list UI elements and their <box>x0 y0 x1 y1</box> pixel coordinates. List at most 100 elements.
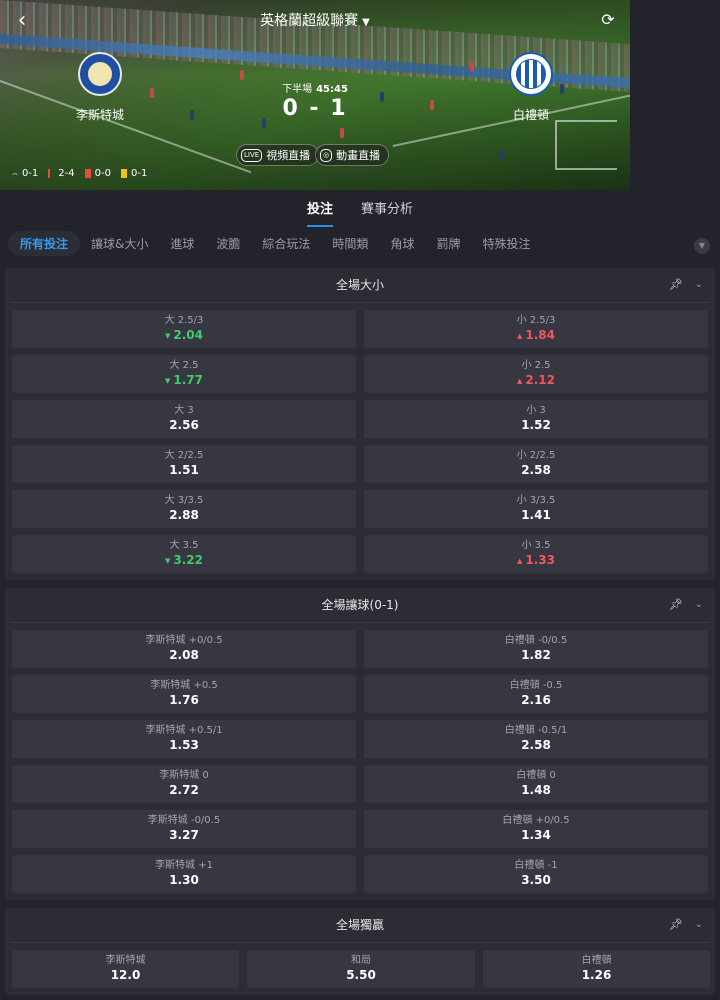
market-header[interactable]: 全場獨贏 📌︎ ⌄ <box>11 908 709 943</box>
odds-button[interactable]: 大 2.5 ▼ 1.77 <box>12 355 356 393</box>
player-figure <box>380 92 384 102</box>
refresh-button[interactable]: ⟳ <box>598 10 618 30</box>
category-tab-goals[interactable]: 進球 <box>159 231 205 256</box>
odds-number: 2.12 <box>525 372 555 387</box>
chevron-down-icon[interactable]: ⌄ <box>695 268 703 302</box>
category-tab-time[interactable]: 時間類 <box>321 231 379 256</box>
odds-button[interactable]: 李斯特城 +0.5/1 1.53 <box>12 720 356 758</box>
odds-number: 2.04 <box>173 327 203 342</box>
odds-selection-label: 李斯特城 +0.5 <box>150 680 218 691</box>
odds-button[interactable]: 小 2.5/3 ▲ 1.84 <box>364 310 708 348</box>
match-clock: 下半場 45:45 <box>260 80 370 95</box>
odds-value: ▲ 2.12 <box>364 372 708 390</box>
odds-button[interactable]: 大 3/3.5 2.88 <box>12 490 356 528</box>
odds-button[interactable]: 李斯特城 12.0 <box>12 950 239 988</box>
match-score: 0 - 1 <box>282 96 348 121</box>
odds-value: 1.76 <box>12 692 356 709</box>
odds-button[interactable]: 大 2/2.5 1.51 <box>12 445 356 483</box>
odds-number: 1.26 <box>581 968 612 982</box>
odds-selection-label: 小 3 <box>526 405 546 416</box>
odds-number: 1.53 <box>169 738 199 752</box>
odds-button[interactable]: 白禮頓 0 1.48 <box>364 765 708 803</box>
arrow-up-icon: ▲ <box>517 331 523 340</box>
odds-selection-label: 大 2.5 <box>169 359 199 371</box>
corners-stat: 0-1 <box>21 168 39 179</box>
chevron-down-icon[interactable]: ⌄ <box>695 588 703 622</box>
odds-number: 3.50 <box>521 873 551 887</box>
odds-button[interactable]: 大 3 2.56 <box>12 400 356 438</box>
category-tab-special[interactable]: 特殊投注 <box>471 231 541 256</box>
odds-selection-label: 大 2/2.5 <box>164 450 204 461</box>
odds-button[interactable]: 白禮頓 -1 3.50 <box>364 855 708 893</box>
odds-button[interactable]: 白禮頓 -0/0.5 1.82 <box>364 630 708 668</box>
pin-icon[interactable]: 📌︎ <box>669 908 683 942</box>
red-cards-stat: 0-0 <box>94 168 111 179</box>
odds-number: 1.30 <box>169 873 199 887</box>
category-tab-combo[interactable]: 綜合玩法 <box>251 231 321 256</box>
odds-number: 5.50 <box>346 968 376 982</box>
odds-button[interactable]: 白禮頓 -0.5 2.16 <box>364 675 708 713</box>
market-header[interactable]: 全場大小 📌︎ ⌄ <box>11 268 709 303</box>
flag-icon <box>48 169 54 178</box>
odds-button[interactable]: 小 3.5 ▲ 1.33 <box>364 535 708 573</box>
chevron-down-icon[interactable]: ⌄ <box>695 908 703 942</box>
category-tab-corners[interactable]: 角球 <box>379 231 425 256</box>
category-tab-handicap-ou[interactable]: 讓球&大小 <box>80 231 159 256</box>
odds-button[interactable]: 李斯特城 -0/0.5 3.27 <box>12 810 356 848</box>
odds-value: ▼ 3.22 <box>12 552 356 570</box>
odds-selection-label: 白禮頓 -0.5 <box>509 680 563 691</box>
home-team: 李斯特城 <box>50 52 150 123</box>
market-header[interactable]: 全場讓球(0-1) 📌︎ ⌄ <box>11 588 709 623</box>
odds-number: 1.51 <box>169 463 199 477</box>
market-panel-over-under: 全場大小 📌︎ ⌄ 大 2.5/3 ▼ 2.04 小 2.5/3 ▲ 1.84 大 2.5 ▼… <box>5 268 715 580</box>
animation-stream-button[interactable]: ◎ 動畫直播 <box>315 144 390 166</box>
arrow-down-icon: ▼ <box>165 376 171 385</box>
odds-value: 2.58 <box>364 462 708 479</box>
odds-button[interactable]: 小 2/2.5 2.58 <box>364 445 708 483</box>
odds-number: 1.52 <box>521 418 551 432</box>
odds-selection-label: 李斯特城 +0/0.5 <box>145 635 223 646</box>
pin-icon[interactable]: 📌︎ <box>669 268 683 302</box>
odds-button[interactable]: 李斯特城 +0/0.5 2.08 <box>12 630 356 668</box>
odds-button[interactable]: 白禮頓 -0.5/1 2.58 <box>364 720 708 758</box>
odds-number: 1.84 <box>525 327 555 342</box>
match-period: 下半場 <box>282 84 313 95</box>
odds-value: 2.88 <box>12 507 356 524</box>
odds-button[interactable]: 大 3.5 ▼ 3.22 <box>12 535 356 573</box>
refresh-icon: ⟳ <box>601 10 615 29</box>
odds-button[interactable]: 白禮頓 1.26 <box>483 950 710 988</box>
player-figure <box>340 128 344 138</box>
category-tab-cards[interactable]: 罰牌 <box>425 231 471 256</box>
odds-button[interactable]: 李斯特城 +1 1.30 <box>12 855 356 893</box>
animation-stream-label: 動畫直播 <box>336 149 381 162</box>
category-expand-button[interactable]: ▼ <box>694 238 710 254</box>
odds-value: 1.51 <box>12 462 356 479</box>
odds-button[interactable]: 李斯特城 0 2.72 <box>12 765 356 803</box>
pitch-icon: ◎ <box>320 148 333 162</box>
match-stats: ⌢ 0-1 2-4 0-0 0-1 <box>12 168 147 179</box>
odds-number: 2.16 <box>521 693 551 707</box>
odds-button[interactable]: 李斯特城 +0.5 1.76 <box>12 675 356 713</box>
odds-button[interactable]: 和局 5.50 <box>247 950 475 988</box>
odds-value: 3.50 <box>364 872 708 889</box>
odds-selection-label: 小 3.5 <box>521 539 551 551</box>
odds-button[interactable]: 大 2.5/3 ▼ 2.04 <box>12 310 356 348</box>
tab-analysis[interactable]: 賽事分析 <box>361 198 413 222</box>
category-tab-all[interactable]: 所有投注 <box>8 230 81 256</box>
odds-selection-label: 白禮頓 <box>581 955 612 966</box>
odds-selection-label: 小 2.5 <box>521 359 551 371</box>
category-tab-correct-score[interactable]: 波膽 <box>205 231 251 256</box>
odds-number: 1.34 <box>521 828 551 842</box>
video-stream-button[interactable]: LIVE 視頻直播 <box>236 144 320 166</box>
odds-selection-label: 白禮頓 -0.5/1 <box>504 725 568 736</box>
odds-button[interactable]: 小 3/3.5 1.41 <box>364 490 708 528</box>
odds-selection-label: 小 3/3.5 <box>516 495 556 506</box>
pin-icon[interactable]: 📌︎ <box>669 588 683 622</box>
odds-button[interactable]: 小 3 1.52 <box>364 400 708 438</box>
odds-button[interactable]: 小 2.5 ▲ 2.12 <box>364 355 708 393</box>
odds-button[interactable]: 白禮頓 +0/0.5 1.34 <box>364 810 708 848</box>
odds-value: 2.16 <box>364 692 708 709</box>
tab-betting[interactable]: 投注 <box>306 198 334 227</box>
arrow-down-icon: ▼ <box>165 331 171 340</box>
league-selector[interactable]: 英格蘭超級聯賽 ▼ <box>0 10 630 30</box>
